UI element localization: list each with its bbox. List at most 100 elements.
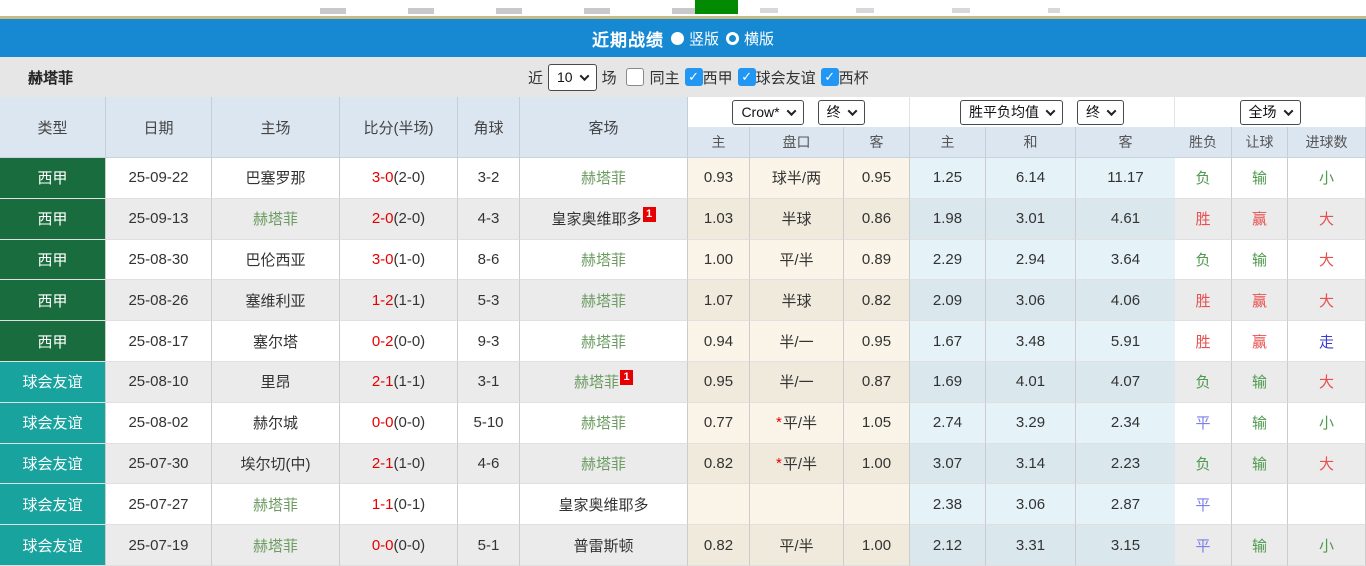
- radio-unselected-icon[interactable]: [726, 32, 739, 45]
- checkbox-checked[interactable]: ✓: [821, 68, 839, 86]
- home-team-name[interactable]: 巴伦西亚: [245, 249, 305, 270]
- away-team[interactable]: 赫塔菲: [520, 403, 688, 444]
- wdl-result-text: 负: [1195, 167, 1210, 188]
- away-team-name[interactable]: 赫塔菲: [581, 290, 626, 311]
- wdl-result-text: 平: [1195, 535, 1210, 556]
- scope-select[interactable]: 全场: [1240, 100, 1301, 125]
- home-team[interactable]: 赫塔菲: [212, 525, 340, 566]
- match-date: 25-08-30: [106, 240, 212, 281]
- checkbox-checked[interactable]: ✓: [738, 68, 756, 86]
- away-team[interactable]: 普雷斯顿: [520, 525, 688, 566]
- away-team-name[interactable]: 赫塔菲: [581, 249, 626, 270]
- corner-count: 3-2: [458, 158, 520, 199]
- home-team[interactable]: 赫塔菲: [212, 484, 340, 525]
- home-team[interactable]: 塞维利亚: [212, 280, 340, 321]
- away-team[interactable]: 赫塔菲: [520, 240, 688, 281]
- handicap-line-text: 半球: [781, 290, 811, 311]
- asian-home-odds-value: 0.77: [704, 414, 733, 431]
- away-team-name[interactable]: 赫塔菲: [581, 167, 626, 188]
- away-team[interactable]: 赫塔菲: [520, 280, 688, 321]
- goals-result-text: 小: [1319, 535, 1334, 556]
- view-option-vertical[interactable]: 竖版: [671, 28, 719, 49]
- away-team-name[interactable]: 普雷斯顿: [573, 535, 633, 556]
- home-team-name[interactable]: 巴塞罗那: [245, 167, 305, 188]
- filter-same-home[interactable]: 同主: [626, 67, 680, 88]
- radio-selected-icon[interactable]: [671, 32, 684, 45]
- away-team[interactable]: 赫塔菲: [520, 321, 688, 362]
- wdl-result: 平: [1175, 403, 1232, 444]
- home-team-name[interactable]: 赫尔城: [253, 412, 298, 433]
- away-team[interactable]: 皇家奥维耶多1: [520, 199, 688, 240]
- handicap-result: 输: [1232, 158, 1288, 199]
- home-team-name[interactable]: 塞尔塔: [253, 331, 298, 352]
- home-team-name[interactable]: 塞维利亚: [245, 290, 305, 311]
- match-type-label: 球会友谊: [22, 494, 82, 515]
- match-date: 25-08-26: [106, 280, 212, 321]
- match-date-text: 25-07-27: [128, 496, 188, 513]
- checkbox-checked[interactable]: ✓: [685, 68, 703, 86]
- filter-label[interactable]: 同主: [650, 67, 680, 88]
- europe-home-odds-value: 1.69: [933, 373, 962, 390]
- away-team[interactable]: 赫塔菲1: [520, 362, 688, 403]
- home-team[interactable]: 巴伦西亚: [212, 240, 340, 281]
- europe-away-odds: 3.15: [1076, 525, 1175, 566]
- view-option-label[interactable]: 竖版: [689, 28, 719, 49]
- match-type-badge: 西甲: [0, 158, 106, 199]
- handicap-result-text: 输: [1252, 412, 1267, 433]
- europe-type-select[interactable]: 胜平负均值: [960, 100, 1063, 125]
- match-type-badge: 西甲: [0, 240, 106, 281]
- home-team[interactable]: 里昂: [212, 362, 340, 403]
- handicap-line: 半球: [750, 280, 844, 321]
- home-team[interactable]: 埃尔切(中): [212, 444, 340, 485]
- view-option-label[interactable]: 横版: [744, 28, 774, 49]
- recent-count-select[interactable]: 10: [548, 64, 597, 91]
- home-team-name[interactable]: 里昂: [260, 371, 290, 392]
- filter-copa[interactable]: ✓ 西杯: [821, 67, 869, 88]
- europe-home-odds-value: 2.38: [933, 496, 962, 513]
- checkbox-unchecked[interactable]: [626, 68, 644, 86]
- wdl-result: 平: [1175, 525, 1232, 566]
- home-team[interactable]: 赫尔城: [212, 403, 340, 444]
- home-team[interactable]: 巴塞罗那: [212, 158, 340, 199]
- goals-result-text: 大: [1319, 371, 1334, 392]
- halftime-score: (0-0): [394, 333, 426, 350]
- away-team-name[interactable]: 赫塔菲: [574, 371, 619, 392]
- away-team-name[interactable]: 赫塔菲: [581, 412, 626, 433]
- filter-label[interactable]: 西杯: [839, 67, 869, 88]
- away-team-name[interactable]: 皇家奥维耶多: [558, 494, 648, 515]
- handicap-line-text: 半/一: [779, 371, 813, 392]
- away-team[interactable]: 赫塔菲: [520, 158, 688, 199]
- away-team-name[interactable]: 皇家奥维耶多: [551, 208, 641, 229]
- asian-home-odds: 0.77: [688, 403, 750, 444]
- home-team-name[interactable]: 赫塔菲: [253, 208, 298, 229]
- home-team[interactable]: 塞尔塔: [212, 321, 340, 362]
- corner-count: 5-3: [458, 280, 520, 321]
- asian-time-select[interactable]: 终: [818, 100, 865, 125]
- goals-result: 大: [1288, 362, 1366, 403]
- away-team[interactable]: 赫塔菲: [520, 444, 688, 485]
- handicap-line-text: 平/半: [783, 412, 817, 433]
- recent-prefix-label: 近: [528, 67, 543, 88]
- bookmaker-select[interactable]: Crow*: [732, 100, 803, 125]
- home-team-name[interactable]: 赫塔菲: [253, 494, 298, 515]
- halftime-score: (0-1): [394, 496, 426, 513]
- view-option-horizontal[interactable]: 横版: [726, 28, 774, 49]
- home-team[interactable]: 赫塔菲: [212, 199, 340, 240]
- filter-club-friendly[interactable]: ✓ 球会友谊: [738, 67, 816, 88]
- away-team-name[interactable]: 赫塔菲: [581, 331, 626, 352]
- home-team-name[interactable]: 埃尔切(中): [241, 453, 311, 474]
- top-nav-active-tab[interactable]: [695, 0, 738, 14]
- subheader-asian-home: 主: [688, 127, 750, 158]
- goals-result: 小: [1288, 525, 1366, 566]
- match-type-badge: 球会友谊: [0, 362, 106, 403]
- home-team-name[interactable]: 赫塔菲: [253, 535, 298, 556]
- filter-laliga[interactable]: ✓ 西甲: [685, 67, 733, 88]
- handicap-result-text: 赢: [1252, 331, 1267, 352]
- filter-label[interactable]: 西甲: [703, 67, 733, 88]
- match-type-badge: 西甲: [0, 321, 106, 362]
- filter-label[interactable]: 球会友谊: [756, 67, 816, 88]
- wdl-result: 负: [1175, 362, 1232, 403]
- away-team[interactable]: 皇家奥维耶多: [520, 484, 688, 525]
- europe-time-select[interactable]: 终: [1077, 100, 1124, 125]
- away-team-name[interactable]: 赫塔菲: [581, 453, 626, 474]
